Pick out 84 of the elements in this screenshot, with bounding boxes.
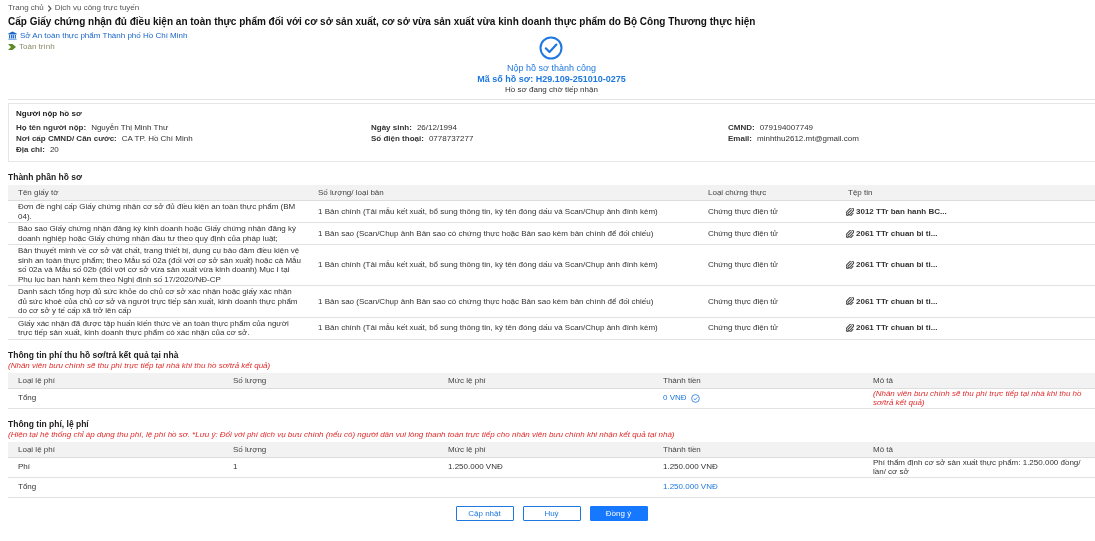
table-cell-text: 1.250.000 VNĐ: [662, 482, 719, 492]
section-heading: Thông tin phí thu hồ sơ/trả kết quả tại nhà: [8, 349, 180, 361]
table-cell-text: Giấy xác nhận đã được tập huấn kiến thức về an toàn thực phẩm của người trực tiếp sản xuất, kinh doanh thực phẩm có xác nhận của cơ sở.: [17, 318, 290, 338]
amount-text: 0 VNĐ: [663, 393, 687, 403]
page-title: Cấp Giấy chứng nhận đủ điều kiện an toàn thực phẩm đối với cơ sở sản xuất, cơ sở vừa sản xuất vừa kinh doanh thực phẩm do Bộ Công Thương thực hiện: [8, 16, 757, 28]
paperclip-icon: [846, 207, 854, 216]
table-cell-text: 1 Bản sao (Scan/Chụp ảnh Bản sao có chứng thực hoặc Bản sao kèm bản chính để đối chiếu): [317, 228, 655, 239]
column-header: Số lượng: [232, 375, 268, 385]
field-value: 079194007749: [759, 123, 814, 133]
column-header: Mô tả: [872, 444, 894, 454]
breadcrumb-link[interactable]: Trang chủ: [8, 3, 44, 13]
table-cell-text: Chứng thực điện tử: [707, 228, 779, 239]
bank-icon: [8, 31, 17, 40]
field-value: CA TP. Hồ Chí Minh: [121, 134, 193, 144]
agency-link[interactable]: Sở An toàn thực phẩm Thành phố Hồ Chí Minh: [20, 30, 188, 41]
table-cell-text: 1 Bản chính (Tải mẫu kết xuất, bổ sung thông tin, ký tên đóng dấu và Scan/Chụp ảnh đính kèm): [317, 260, 659, 270]
table-cell-text: Chứng thực điện tử: [707, 296, 779, 306]
field-label: Email:: [728, 134, 752, 144]
field-value: 0778737277: [428, 134, 474, 144]
field-value: Nguyễn Thị Minh Thư: [91, 123, 169, 133]
breadcrumb-link[interactable]: Dịch vụ công trực tuyến: [54, 3, 140, 13]
table-cell-text: Phí thẩm định cơ sở sản xuất thực phẩm: 1.250.000 đồng/ lần/ cơ sở: [872, 457, 1082, 477]
table-cell-text: Đơn đề nghị cấp Giấy chứng nhận cơ sở đủ điều kiện an toàn thực phẩm (BM 04).: [17, 202, 297, 221]
table-cell-text: 1.250.000 VNĐ: [662, 462, 719, 472]
column-header: Tên giấy tờ: [17, 188, 60, 197]
column-header: Số lượng: [232, 444, 268, 454]
section-heading: Thành phần hồ sơ: [8, 172, 84, 183]
field-label: Họ tên người nộp:: [16, 123, 87, 133]
table-cell-text: Danh sách tổng hợp đủ sức khỏe do chủ cơ sở xác nhận hoặc giấy xác nhận đủ sức khoẻ của chủ cơ sở và người trực tiếp sản xuất, kinh doanh thực phẩm do cơ sở y tế cấp xã trở lên cấp: [17, 287, 299, 316]
table-cell-text: Tổng: [17, 482, 38, 492]
table-cell-text: Chứng thực điện tử: [707, 260, 779, 270]
notice-text: (Nhân viên bưu chính sẽ thu phí trực tiếp tại nhà khi thu hồ sơ/trả kết quả): [8, 360, 272, 371]
service-level: Toàn trình: [19, 41, 55, 52]
table-cell-text: 1 Bản chính (Tải mẫu kết xuất, bổ sung thông tin, ký tên đóng dấu và Scan/Chụp ảnh đính kèm): [317, 323, 659, 333]
table-cell-text: Chứng thực điện tử: [707, 206, 779, 217]
success-message: Nộp hồ sơ thành công: [507, 63, 596, 74]
column-header: Thành tiền: [662, 444, 702, 454]
table-cell-text: Tổng: [17, 393, 38, 403]
column-header: Loại chứng thực: [707, 188, 768, 197]
field-label: Nơi cấp CMND/ Căn cước:: [16, 134, 117, 144]
file-link[interactable]: 3012 TTr ban hanh BC...: [856, 206, 947, 217]
table-cell-text: 1 Bản sao (Scan/Chụp ảnh Bản sao có chứng thực hoặc Bản sao kèm bản chính để đối chiếu): [317, 296, 655, 306]
chevron-badge-icon: [8, 43, 16, 50]
notice-text: (Hiện tại hệ thống chỉ áp dụng thu phí, lệ phí hồ sơ. *Lưu ý: Đối với phí dịch vụ bưu chính (nếu có) người dân vui lòng thanh toán trực tiếp cho nhân viên bưu chính khi nhận kết quả tại nhà): [8, 429, 676, 440]
table-cell-text: Phí: [17, 462, 31, 472]
file-link[interactable]: 2061 TTr chuan bi ti...: [856, 323, 938, 333]
table-cell-text: 1 Bản chính (Tải mẫu kết xuất, bổ sung thông tin, ký tên đóng dấu và Scan/Chụp ảnh đính kèm): [317, 206, 659, 217]
table-cell-text: Bảo sao Giấy chứng nhận đăng ký kinh doanh hoặc Giấy chứng nhận đăng ký doanh nghiệp hoặc Giấy chứng nhận đầu tư theo quy định của pháp luật;: [17, 224, 297, 243]
field-label: Địa chỉ:: [16, 145, 45, 155]
section-heading: Thông tin phí, lệ phí: [8, 418, 90, 430]
success-check-icon: [539, 36, 564, 60]
section-heading: Người nộp hồ sơ: [16, 109, 83, 119]
field-value: 26/12/1994: [416, 123, 457, 133]
chevron-right-icon: [46, 4, 52, 12]
field-label: CMND:: [728, 123, 755, 133]
column-header: Loại lệ phí: [17, 444, 56, 454]
field-label: Số điện thoại:: [371, 134, 424, 144]
action-button[interactable]: Huỷ: [522, 505, 581, 521]
column-header: Thành tiền: [662, 375, 702, 385]
paperclip-icon: [846, 261, 854, 269]
record-code: Mã số hồ sơ: H29.109-251010-0275: [477, 74, 626, 85]
record-status: Hồ sơ đang chờ tiếp nhận: [505, 85, 598, 95]
file-link[interactable]: 2061 TTr chuan bi ti...: [856, 296, 938, 306]
column-header: Tệp tin: [847, 188, 874, 197]
column-header: Số lượng/ loại bản: [317, 188, 385, 197]
table-cell-text: 1: [232, 462, 239, 472]
file-link[interactable]: 2061 TTr chuan bi ti...: [856, 228, 938, 239]
table-cell-text: (Nhân viên bưu chính sẽ thu phí trực tiếp tại nhà khi thu hồ sơ/trả kết quả): [872, 388, 1083, 408]
column-header: Loại lệ phí: [17, 375, 56, 385]
table-cell-text: Bản thuyết minh về cơ sở vật chất, trang thiết bị, dụng cụ bảo đảm điều kiện vệ sinh an toàn thực phẩm; theo Mẫu số 02a (đối với cơ sở sản xuất) hoặc cả Mẫu số 02a và Mẫu số 02b (đối với cơ sở vừa sản xuất vừa kinh doanh) Mục I tại Phụ lục ban hành kèm theo Nghị định số 17/2020/NĐ-CP: [17, 246, 303, 284]
submit-button[interactable]: Đồng ý: [589, 505, 648, 521]
column-header: Mức lệ phí: [447, 375, 487, 385]
column-header: Mô tả: [872, 375, 894, 385]
table-cell-text: 1.250.000 VNĐ: [447, 462, 504, 472]
field-value: 20: [49, 145, 59, 155]
paperclip-icon: [846, 229, 854, 238]
column-header: Mức lệ phí: [447, 444, 487, 454]
paperclip-icon: [846, 297, 854, 306]
paperclip-icon: [846, 324, 854, 332]
file-link[interactable]: 2061 TTr chuan bi ti...: [856, 260, 938, 270]
table-cell-text: Chứng thực điện tử: [707, 323, 779, 333]
field-value: minhthu2612.mt@gmail.com: [757, 134, 859, 144]
action-button[interactable]: Cập nhật: [455, 505, 514, 521]
field-label: Ngày sinh:: [371, 123, 412, 133]
